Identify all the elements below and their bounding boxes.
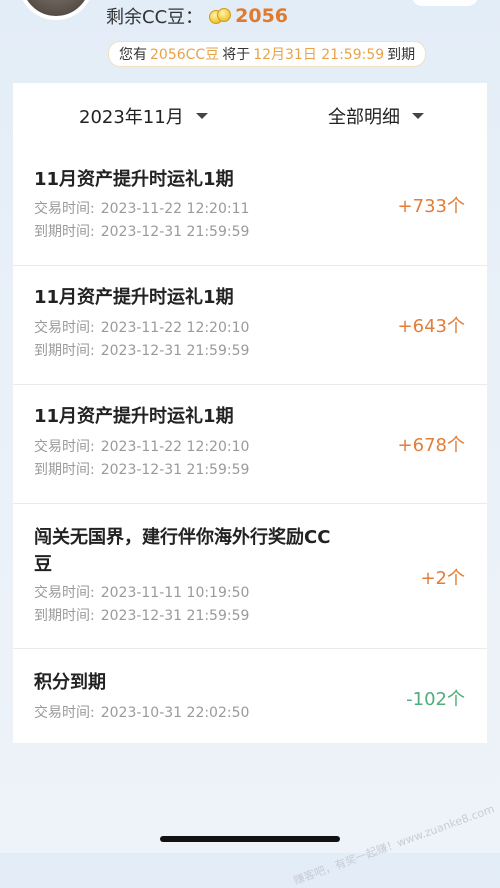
trade-time-value: 2023-11-11 10:19:50 xyxy=(100,585,250,601)
expiry-date: 12月31日 21:59:59 xyxy=(253,47,385,63)
item-trade-time: 交易时间: 2023-11-22 12:20:11 xyxy=(34,198,249,221)
item-trade-time: 交易时间: 2023-11-22 12:20:10 xyxy=(34,436,249,459)
expiry-middle: 将于 xyxy=(222,47,251,63)
expire-time-label: 到期时间: xyxy=(34,343,95,359)
trade-time-label: 交易时间: xyxy=(34,439,95,455)
item-expire-time: 到期时间: 2023-12-31 21:59:59 xyxy=(34,340,249,363)
header: 剩余CC豆： 2056 您有 2056CC豆 将于 12月31日 21:59:5… xyxy=(0,0,500,82)
item-amount: +643个 xyxy=(397,316,465,337)
balance-value: 2056 xyxy=(235,5,289,27)
item-expire-time: 到期时间: 2023-12-31 21:59:59 xyxy=(34,605,249,628)
item-amount: +2个 xyxy=(420,568,465,589)
type-filter[interactable]: 全部明细 xyxy=(328,103,424,129)
balance-line: 剩余CC豆： 2056 xyxy=(106,3,288,29)
month-filter[interactable]: 2023年11月 xyxy=(79,103,208,129)
expire-time-label: 到期时间: xyxy=(34,224,95,240)
home-indicator[interactable] xyxy=(160,836,340,842)
chevron-down-icon xyxy=(195,113,208,119)
trade-time-value: 2023-11-22 12:20:10 xyxy=(100,439,250,455)
item-expire-time: 到期时间: 2023-12-31 21:59:59 xyxy=(34,459,249,482)
trade-time-value: 2023-11-22 12:20:10 xyxy=(100,320,250,336)
item-title: 闯关无国界，建行伴你海外行奖励CC豆 xyxy=(34,527,331,575)
chevron-down-icon xyxy=(412,113,424,119)
expire-time-label: 到期时间: xyxy=(34,462,95,478)
item-trade-time: 交易时间: 2023-11-22 12:20:10 xyxy=(34,317,249,340)
trade-time-label: 交易时间: xyxy=(34,705,95,721)
trade-time-value: 2023-11-22 12:20:11 xyxy=(100,201,250,217)
top-right-button[interactable] xyxy=(412,0,478,6)
transaction-card: 2023年11月 全部明细 11月资产提升时运礼1期 交易时间: 2023-11-… xyxy=(13,83,487,743)
trade-time-value: 2023-10-31 22:02:50 xyxy=(100,705,250,721)
type-filter-label: 全部明细 xyxy=(328,107,400,128)
month-filter-label: 2023年11月 xyxy=(79,107,184,128)
expiry-amount: 2056CC豆 xyxy=(150,47,220,63)
avatar[interactable] xyxy=(18,0,94,20)
watermark: 赚客吧，有奖一起赚！www.zuanke8.com xyxy=(292,802,497,888)
list-item[interactable]: 闯关无国界，建行伴你海外行奖励CC豆 交易时间: 2023-11-11 10:19… xyxy=(13,504,487,649)
expiry-notice: 您有 2056CC豆 将于 12月31日 21:59:59 到期 xyxy=(108,41,427,67)
expiry-prefix: 您有 xyxy=(119,47,147,63)
item-expire-time: 到期时间: 2023-12-31 21:59:59 xyxy=(34,221,249,244)
expiry-suffix: 到期 xyxy=(387,47,416,63)
list-item[interactable]: 积分到期 交易时间: 2023-10-31 22:02:50 -102个 xyxy=(13,649,487,743)
expire-time-value: 2023-12-31 21:59:59 xyxy=(100,608,250,624)
trade-time-label: 交易时间: xyxy=(34,585,95,601)
expire-time-value: 2023-12-31 21:59:59 xyxy=(100,224,250,240)
list-item[interactable]: 11月资产提升时运礼1期 交易时间: 2023-11-22 12:20:11 到期… xyxy=(13,148,487,266)
expire-time-label: 到期时间: xyxy=(34,608,95,624)
list-item[interactable]: 11月资产提升时运礼1期 交易时间: 2023-11-22 12:20:10 到期… xyxy=(13,385,487,504)
item-amount: +733个 xyxy=(397,196,465,217)
transaction-list: 11月资产提升时运礼1期 交易时间: 2023-11-22 12:20:11 到期… xyxy=(13,148,487,743)
item-title: 11月资产提升时运礼1期 xyxy=(34,406,234,427)
trade-time-label: 交易时间: xyxy=(34,201,95,217)
filter-bar: 2023年11月 全部明细 xyxy=(13,83,487,148)
item-amount: +678个 xyxy=(397,435,465,456)
item-trade-time: 交易时间: 2023-11-11 10:19:50 xyxy=(34,582,249,605)
trade-time-label: 交易时间: xyxy=(34,320,95,336)
item-title: 积分到期 xyxy=(34,672,106,693)
item-amount: -102个 xyxy=(406,689,465,710)
expire-time-value: 2023-12-31 21:59:59 xyxy=(100,343,250,359)
item-title: 11月资产提升时运礼1期 xyxy=(34,169,234,190)
coin-icon xyxy=(209,8,232,24)
expire-time-value: 2023-12-31 21:59:59 xyxy=(100,462,250,478)
list-item[interactable]: 11月资产提升时运礼1期 交易时间: 2023-11-22 12:20:10 到期… xyxy=(13,266,487,385)
item-trade-time: 交易时间: 2023-10-31 22:02:50 xyxy=(34,702,249,725)
balance-label: 剩余CC豆： xyxy=(106,7,204,28)
item-title: 11月资产提升时运礼1期 xyxy=(34,287,234,308)
